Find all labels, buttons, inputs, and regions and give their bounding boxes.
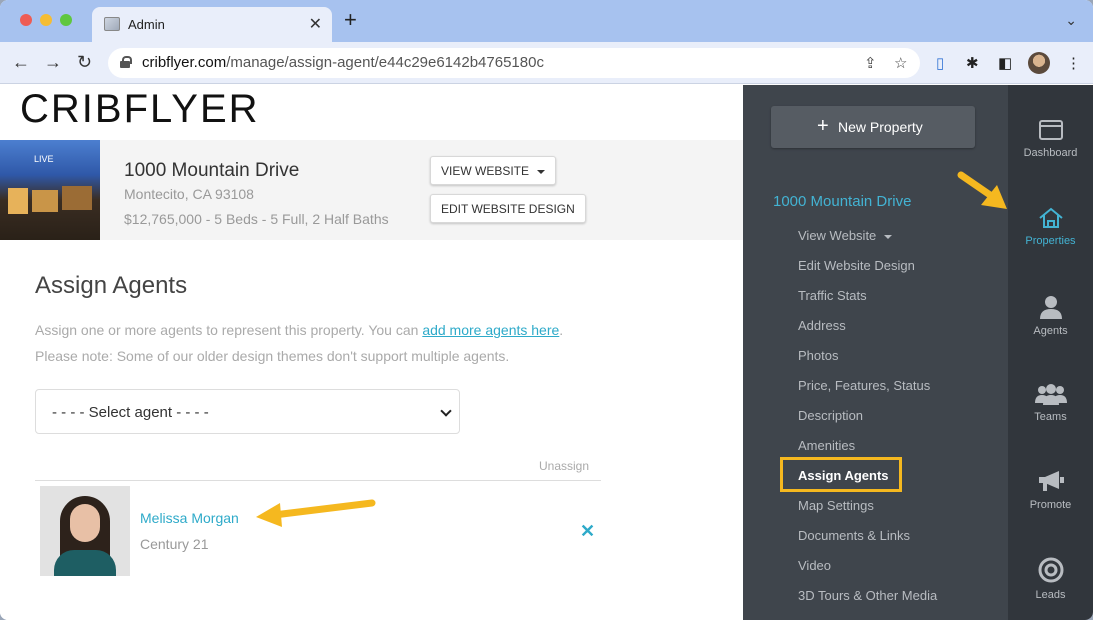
tab-bar: Admin ✕ + ⌄ xyxy=(0,0,1093,42)
close-window-button[interactable] xyxy=(20,14,32,26)
new-property-button[interactable]: + New Property xyxy=(771,106,975,148)
address-bar[interactable]: cribflyer.com/manage/assign-agent/e44c29… xyxy=(108,48,920,78)
nav-teams[interactable]: Teams xyxy=(1008,383,1093,423)
add-more-agents-link[interactable]: add more agents here xyxy=(422,322,559,338)
sidebar-item-documents-links[interactable]: Documents & Links xyxy=(798,528,910,543)
sidebar-item-edit-website-design[interactable]: Edit Website Design xyxy=(798,258,915,273)
dashboard-icon xyxy=(1038,120,1063,140)
favicon-icon xyxy=(104,17,120,31)
edit-website-design-button[interactable]: EDIT WEBSITE DESIGN xyxy=(430,194,586,223)
plus-icon: + xyxy=(817,115,829,137)
star-icon[interactable]: ☆ xyxy=(894,54,907,72)
active-item-highlight xyxy=(780,457,902,492)
sidebar-item-price-features-status[interactable]: Price, Features, Status xyxy=(798,378,930,393)
agent-avatar xyxy=(40,486,130,576)
minimize-window-button[interactable] xyxy=(40,14,52,26)
annotation-arrow-icon xyxy=(957,171,1007,209)
tab-close-icon[interactable]: ✕ xyxy=(309,14,322,34)
sidebar-item-description[interactable]: Description xyxy=(798,408,863,423)
more-menu-icon[interactable]: ⋮ xyxy=(1066,54,1081,72)
person-icon xyxy=(1039,296,1062,319)
agent-select[interactable]: - - - - Select agent - - - - xyxy=(35,389,460,434)
url-text: cribflyer.com/manage/assign-agent/e44c29… xyxy=(142,54,544,71)
sidepanel-icon[interactable]: ◧ xyxy=(998,54,1012,72)
cribflyer-logo[interactable]: CRIBFLYER xyxy=(20,87,260,132)
unassign-icon[interactable]: ✕ xyxy=(580,521,595,542)
new-tab-icon[interactable]: + xyxy=(344,9,357,31)
sidebar-item-amenities[interactable]: Amenities xyxy=(798,438,855,453)
divider xyxy=(35,480,601,481)
main-nav-iconbar: Dashboard Properties Agents Teams Promot… xyxy=(1008,85,1093,620)
unassign-column-header: Unassign xyxy=(539,459,590,473)
chevron-down-icon xyxy=(441,402,451,420)
agent-name-link[interactable]: Melissa Morgan xyxy=(140,510,239,526)
target-icon xyxy=(1038,557,1063,583)
tab-title: Admin xyxy=(128,17,165,32)
browser-toolbar: ← → ↻ cribflyer.com/manage/assign-agent/… xyxy=(0,42,1093,84)
nav-leads[interactable]: Leads xyxy=(1008,557,1093,601)
profile-avatar[interactable] xyxy=(1028,52,1050,74)
nav-dashboard[interactable]: Dashboard xyxy=(1008,119,1093,159)
sidebar-item-address[interactable]: Address xyxy=(798,318,846,333)
sidebar-item-video[interactable]: Video xyxy=(798,558,831,573)
property-title: 1000 Mountain Drive xyxy=(124,160,300,181)
annotation-arrow-icon xyxy=(256,499,376,527)
puzzle-icon[interactable]: ✱ xyxy=(966,54,979,72)
view-website-button[interactable]: VIEW WEBSITE xyxy=(430,156,557,185)
sidebar-item-traffic-stats[interactable]: Traffic Stats xyxy=(798,288,867,303)
browser-window: Admin ✕ + ⌄ ← → ↻ cribflyer.com/manage/a… xyxy=(0,0,1093,620)
sidebar-item-3d-tours[interactable]: 3D Tours & Other Media xyxy=(798,588,937,603)
live-badge: LIVE xyxy=(34,154,54,164)
main-content: CRIBFLYER LIVE 1000 Mountain Drive Monte… xyxy=(0,85,743,620)
property-sidebar: + New Property 1000 Mountain Drive View … xyxy=(743,85,1008,620)
caret-down-icon xyxy=(884,234,893,239)
nav-promote[interactable]: Promote xyxy=(1008,469,1093,511)
nav-agents[interactable]: Agents xyxy=(1008,295,1093,337)
chevron-down-icon[interactable]: ⌄ xyxy=(1065,12,1077,29)
property-details: $12,765,000 - 5 Beds - 5 Full, 2 Half Ba… xyxy=(124,211,389,227)
maximize-window-button[interactable] xyxy=(60,14,72,26)
reload-icon[interactable]: ↻ xyxy=(77,52,92,72)
tab-admin[interactable]: Admin ✕ xyxy=(92,7,332,42)
agent-company: Century 21 xyxy=(140,536,209,552)
property-header: LIVE 1000 Mountain Drive Montecito, CA 9… xyxy=(0,140,743,240)
help-note: Please note: Some of our older design th… xyxy=(35,348,510,364)
property-city: Montecito, CA 93108 xyxy=(124,186,254,202)
forward-arrow-icon[interactable]: → xyxy=(44,52,62,72)
page-title: Assign Agents xyxy=(35,272,188,299)
extension-doc-icon[interactable]: ▯ xyxy=(936,54,944,72)
house-icon xyxy=(1038,207,1063,228)
agent-select-value: - - - - Select agent - - - - xyxy=(52,404,209,421)
nav-properties[interactable]: Properties xyxy=(1008,207,1093,247)
group-icon xyxy=(1034,384,1067,405)
share-icon[interactable]: ⇪ xyxy=(864,54,877,72)
sidebar-property-title[interactable]: 1000 Mountain Drive xyxy=(773,193,911,210)
megaphone-icon xyxy=(1038,471,1064,491)
sidebar-item-photos[interactable]: Photos xyxy=(798,348,838,363)
help-text: Assign one or more agents to represent t… xyxy=(35,322,564,338)
caret-down-icon xyxy=(537,169,546,174)
lock-icon xyxy=(120,56,132,68)
sidebar-item-view-website[interactable]: View Website xyxy=(798,228,893,243)
back-arrow-icon[interactable]: ← xyxy=(12,52,30,72)
property-thumbnail[interactable]: LIVE xyxy=(0,140,100,240)
sidebar-item-map-settings[interactable]: Map Settings xyxy=(798,498,874,513)
